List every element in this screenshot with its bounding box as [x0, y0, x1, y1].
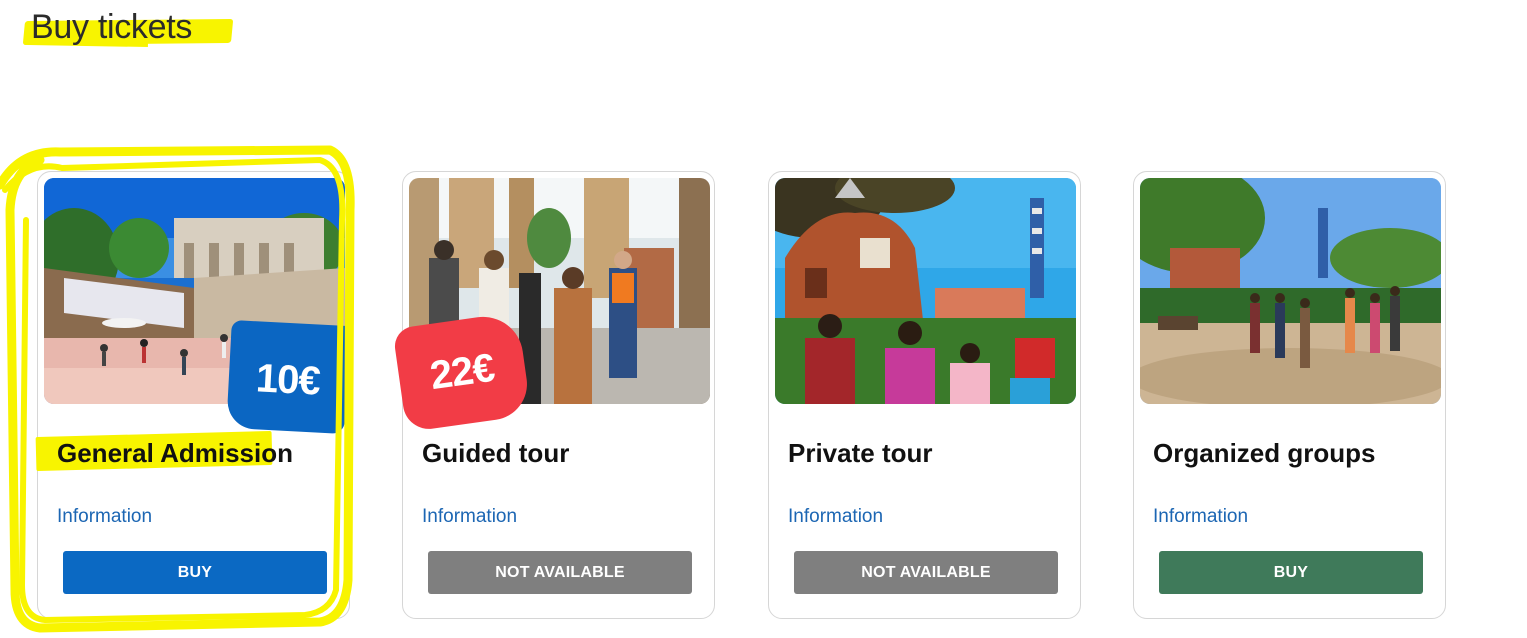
buy-button[interactable]: BUY — [1159, 551, 1423, 594]
ticket-card-private-tour: Private tour Information NOT AVAILABLE — [768, 171, 1081, 619]
information-link[interactable]: Information — [57, 506, 152, 528]
page-title: Buy tickets — [31, 8, 193, 46]
information-link[interactable]: Information — [1153, 506, 1248, 528]
ticket-card-general-admission: 10€ General Admission Information BUY — [37, 171, 350, 619]
buy-button[interactable]: BUY — [63, 551, 327, 594]
price-badge: 10€ — [226, 319, 350, 435]
not-available-button[interactable]: NOT AVAILABLE — [428, 551, 692, 594]
card-title: Private tour — [788, 438, 933, 468]
ticket-card-organized-groups: Organized groups Information BUY — [1133, 171, 1446, 619]
card-image-plaza-group — [1140, 178, 1441, 404]
information-link[interactable]: Information — [788, 506, 883, 528]
ticket-card-guided-tour: 22€ Guided tour Information NOT AVAILABL… — [392, 171, 715, 619]
not-available-button[interactable]: NOT AVAILABLE — [794, 551, 1058, 594]
card-image-gatehouse-family — [775, 178, 1076, 404]
information-link[interactable]: Information — [422, 506, 517, 528]
card-title: General Admission — [57, 438, 293, 468]
card-title: Organized groups — [1153, 438, 1376, 468]
card-title: Guided tour — [422, 438, 570, 468]
price-badge: 22€ — [392, 311, 532, 433]
